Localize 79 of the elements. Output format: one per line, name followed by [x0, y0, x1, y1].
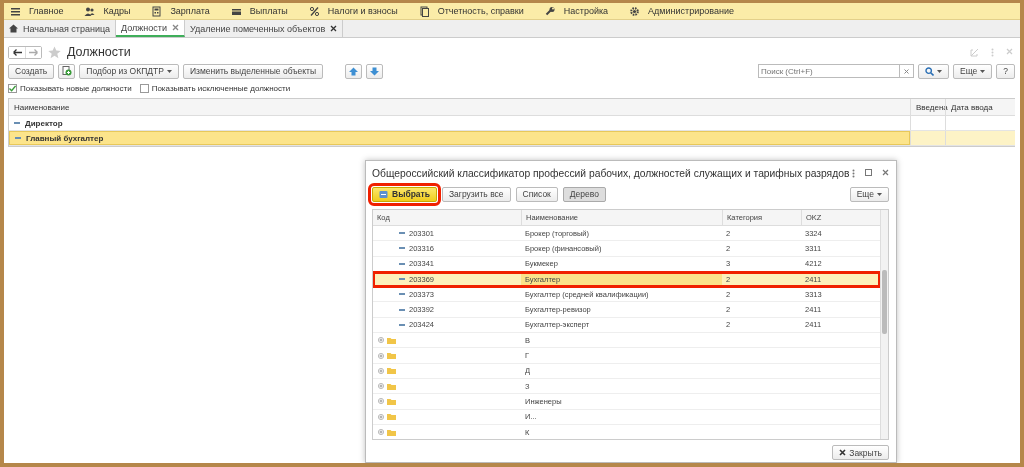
item-dash-icon: [399, 308, 405, 311]
column-header[interactable]: Наименование: [9, 99, 910, 115]
settings-icon: [629, 5, 641, 17]
item-dash-icon: [14, 122, 20, 124]
row-name: Директор: [25, 118, 63, 128]
clear-icon: [903, 68, 909, 74]
dialog-title: Общероссийский классификатор профессий рабочих, должностей служащих и тарифных разрядов: [372, 167, 850, 179]
forward-arrow-icon: [29, 48, 38, 56]
item-dash-icon: [399, 262, 405, 265]
expand-icon: [378, 398, 384, 405]
search-field[interactable]: Поиск (Ctrl+F): [757, 64, 900, 78]
close-icon: [839, 449, 847, 456]
checkbox-label: Показывать новые должности: [20, 83, 132, 93]
search-button[interactable]: [917, 63, 949, 79]
row-name: Главный бухгалтер: [26, 133, 104, 143]
checkbox-label: Показывать исключенные должности: [151, 83, 291, 93]
item-dash-icon: [399, 278, 405, 281]
down-arrow-icon: [370, 66, 380, 76]
navigation-buttons[interactable]: [8, 45, 42, 59]
toolbar-button[interactable]: Список: [515, 186, 558, 202]
up-arrow-icon: [349, 66, 359, 76]
expand-icon: [378, 352, 384, 359]
item-dash-icon: [399, 247, 405, 250]
people-icon: [84, 5, 96, 17]
item-dash-icon: [399, 323, 405, 326]
check-icon: [9, 84, 16, 92]
expand-icon: [378, 337, 384, 344]
toolbar-button[interactable]: Загрузить все: [441, 186, 511, 202]
toolbar-button[interactable]: Изменить выделенные объекты: [182, 63, 324, 79]
tab[interactable]: Должности: [116, 20, 185, 37]
checkbox[interactable]: [139, 83, 149, 93]
star-icon: [48, 45, 61, 59]
page-title: Должности: [67, 45, 131, 59]
menu-icon: [10, 5, 21, 17]
caret-icon: [877, 192, 882, 196]
expand-icon: [378, 413, 384, 420]
close-icon: [882, 168, 889, 176]
scrollbar[interactable]: [880, 210, 888, 439]
copy-icon: [61, 66, 72, 76]
toolbar-button[interactable]: Создать: [8, 63, 55, 79]
more-button[interactable]: Еще: [952, 63, 993, 79]
menu-item[interactable]: Кадры: [84, 3, 142, 20]
caret-icon: [166, 69, 172, 73]
menu-item[interactable]: Зарплата: [151, 3, 221, 20]
menu-item[interactable]: Отчетность, справки: [418, 3, 535, 20]
checkbox[interactable]: [8, 83, 17, 93]
dropdown-button[interactable]: Подбор из ОКПДТР: [79, 63, 179, 79]
item-dash-icon: [399, 293, 405, 296]
toolbar-button[interactable]: Дерево: [562, 186, 606, 202]
close-button[interactable]: Закрыть: [832, 445, 889, 460]
expand-icon: [378, 429, 384, 435]
menu-item[interactable]: Выплаты: [230, 3, 299, 20]
move-down-button[interactable]: [366, 63, 384, 79]
expand-icon: [378, 383, 384, 390]
caret-icon: [936, 69, 942, 73]
menu-item[interactable]: Главное: [10, 3, 75, 20]
close-icon: [1006, 47, 1013, 55]
percent-icon: [308, 5, 320, 17]
back-arrow-icon: [12, 48, 22, 56]
item-dash-icon: [399, 232, 405, 235]
search-icon: [924, 66, 934, 76]
select-icon: [379, 189, 389, 199]
caret-icon: [980, 69, 986, 73]
move-up-button[interactable]: [345, 63, 363, 79]
maximize-icon: [865, 168, 872, 176]
menu-item[interactable]: Настройка: [544, 3, 620, 20]
menu-item[interactable]: Налоги и взносы: [308, 3, 409, 20]
close-icon: [330, 25, 338, 32]
copy-button[interactable]: [58, 63, 76, 79]
home-icon: [9, 24, 18, 33]
more-button[interactable]: Еще: [849, 186, 889, 202]
menu-item[interactable]: Администрирование: [629, 3, 745, 20]
close-icon: [172, 24, 179, 31]
expand-icon: [378, 367, 384, 374]
item-dash-icon: [15, 137, 21, 139]
more-icon: [852, 168, 855, 178]
help-button[interactable]: ?: [996, 63, 1015, 79]
table-row[interactable]: Главный бухгалтер: [9, 131, 1015, 146]
calculator-icon: [151, 5, 163, 17]
